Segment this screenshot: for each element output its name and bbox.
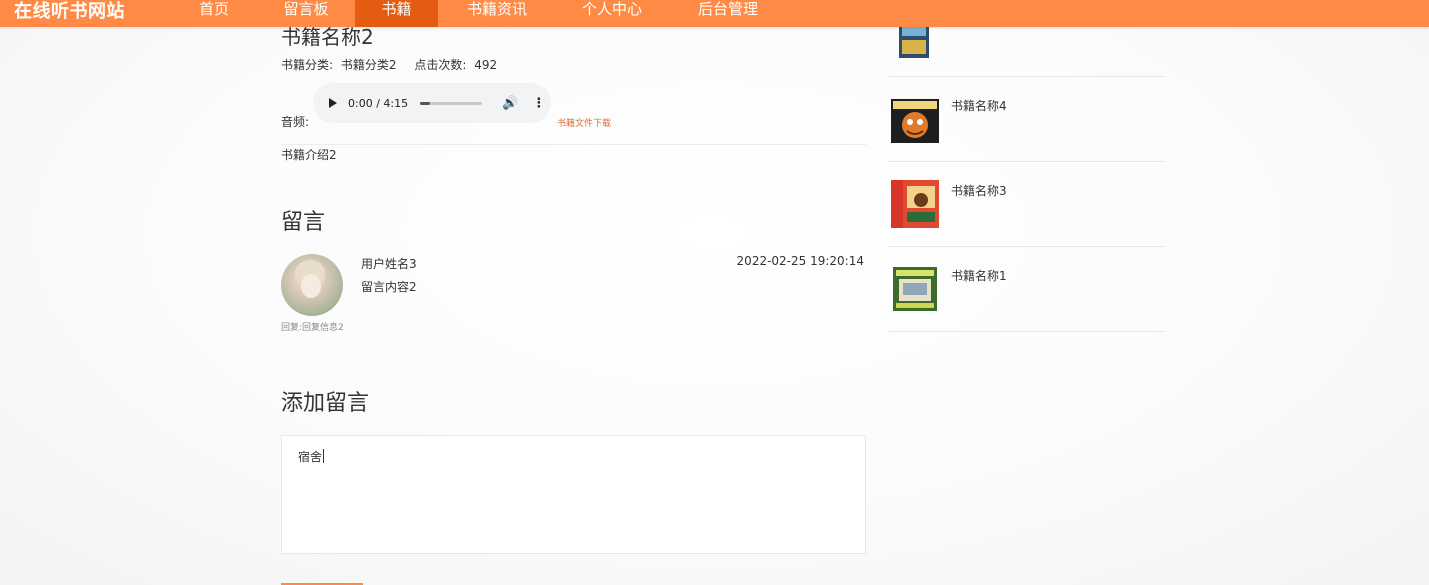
clicks-value: 492 (474, 58, 498, 72)
avatar (281, 254, 343, 316)
audio-label: 音频: (281, 115, 310, 129)
comment-content: 留言内容2 (361, 280, 417, 294)
download-link[interactable]: 书籍文件下载 (557, 116, 611, 129)
audio-player: 0:00 / 4:15 🔊 ⋮ (313, 83, 551, 123)
book-meta: 书籍分类: 书籍分类2 点击次数: 492 (281, 56, 501, 73)
clicks-label: 点击次数: (414, 58, 467, 72)
play-icon[interactable] (329, 98, 337, 108)
sidebar-book-name: 书籍名称1 (951, 269, 1007, 283)
nav-personal-center[interactable]: 个人中心 (564, 0, 660, 27)
audio-seek-fill (420, 101, 431, 105)
text-caret (323, 449, 325, 463)
comment-reply: 回复:回复信息2 (281, 323, 344, 333)
comment-text-value: 宿舍 (298, 450, 323, 464)
nav-books[interactable]: 书籍 (355, 0, 438, 27)
sidebar-book-item[interactable]: 书籍名称3 (889, 162, 1165, 247)
comment-user: 用户姓名3 (361, 257, 417, 271)
site-brand[interactable]: 在线听书网站 (14, 0, 125, 23)
book-cover-icon (893, 267, 937, 311)
comment-time: 2022-02-25 19:20:14 (736, 254, 864, 268)
book-cover-icon (891, 99, 939, 143)
nav-home[interactable]: 首页 (182, 0, 246, 27)
add-comment-title: 添加留言 (281, 391, 370, 416)
recommended-books: 书籍名称4 书籍名称3 书籍名称1 (889, 20, 1167, 585)
book-detail: 书籍名称2 书籍分类: 书籍分类2 点击次数: 492 音频: 0:00 / 4… (281, 25, 866, 585)
page: 在线听书网站 首页 留言板 书籍 书籍资讯 个人中心 后台管理 书籍名称2 书籍… (0, 0, 1429, 585)
category-label: 书籍分类: (281, 58, 334, 72)
top-nav: 在线听书网站 首页 留言板 书籍 书籍资讯 个人中心 后台管理 (0, 0, 1429, 27)
sidebar-book-name: 书籍名称4 (951, 99, 1007, 113)
comment-textarea[interactable]: 宿舍 (281, 435, 866, 554)
book-intro: 书籍介绍2 (281, 148, 337, 162)
more-options-icon[interactable]: ⋮ (532, 96, 545, 111)
audio-time: 0:00 / 4:15 (348, 96, 409, 110)
sidebar-book-item[interactable]: 书籍名称4 (889, 77, 1165, 162)
audio-seek-bar[interactable] (420, 101, 483, 105)
divider (281, 144, 866, 145)
volume-icon[interactable]: 🔊 (502, 96, 518, 111)
category-value: 书籍分类2 (340, 58, 397, 72)
nav-admin[interactable]: 后台管理 (680, 0, 776, 27)
nav-message-board[interactable]: 留言板 (266, 0, 346, 27)
sidebar-book-item[interactable]: 书籍名称1 (889, 247, 1165, 332)
sidebar-book-name: 书籍名称3 (951, 184, 1007, 198)
nav-book-news[interactable]: 书籍资讯 (449, 0, 545, 27)
comments-title: 留言 (281, 210, 326, 235)
book-cover-icon (891, 180, 939, 228)
